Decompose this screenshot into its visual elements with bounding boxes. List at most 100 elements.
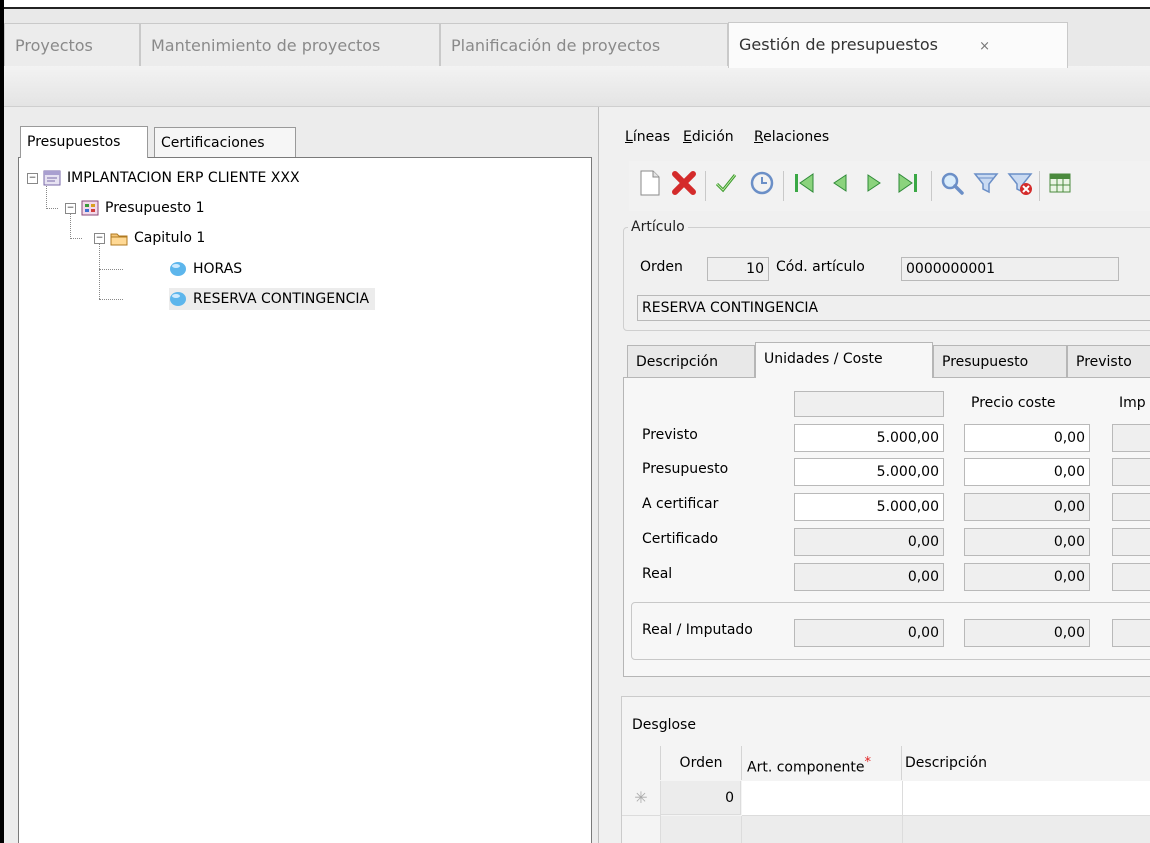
document-tab-bar: Proyectos Mantenimiento de proyectos Pla… bbox=[4, 7, 1150, 68]
real-imputado-price-field: 0,00 bbox=[964, 619, 1090, 647]
tab-proyectos[interactable]: Proyectos bbox=[4, 23, 140, 67]
column-header-art-componente[interactable]: Art. componente* bbox=[742, 746, 902, 780]
tree-node-label: RESERVA CONTINGENCIA bbox=[193, 291, 370, 307]
grid-cell-art-componente[interactable] bbox=[742, 781, 903, 816]
budget-icon bbox=[81, 200, 99, 216]
certificado-importe-field bbox=[1112, 528, 1150, 556]
real-imputado-units-field: 0,00 bbox=[794, 619, 944, 647]
tab-label: Previsto bbox=[1076, 354, 1132, 370]
search-icon[interactable] bbox=[935, 169, 969, 203]
tab-presupuesto[interactable]: Presupuesto bbox=[933, 345, 1067, 377]
grid-cell-empty bbox=[661, 816, 742, 843]
tab-label: Descripción bbox=[636, 354, 718, 370]
first-icon[interactable] bbox=[787, 169, 821, 203]
previsto-units-input[interactable]: 5.000,00 bbox=[794, 424, 944, 452]
certificado-price-field: 0,00 bbox=[964, 528, 1090, 556]
certificado-units-field: 0,00 bbox=[794, 528, 944, 556]
row-label-presupuesto: Presupuesto bbox=[642, 461, 729, 477]
tab-label: Certificaciones bbox=[161, 135, 265, 151]
tab-certificaciones[interactable]: Certificaciones bbox=[154, 127, 296, 157]
grid-row-header-corner bbox=[622, 746, 661, 780]
menu-label: íneas bbox=[632, 129, 671, 145]
row-label-previsto: Previsto bbox=[642, 427, 698, 443]
presupuesto-price-input[interactable]: 0,00 bbox=[964, 458, 1090, 486]
real-price-field: 0,00 bbox=[964, 563, 1090, 591]
desglose-panel: Desglose Orden Art. componente* Descripc… bbox=[621, 696, 1150, 843]
next-icon[interactable] bbox=[857, 169, 891, 203]
tab-unidades-coste[interactable]: Unidades / Coste bbox=[755, 342, 933, 378]
project-icon bbox=[43, 170, 61, 186]
importe-header: Imp bbox=[1119, 395, 1146, 411]
grid-row-header bbox=[622, 816, 661, 843]
new-icon[interactable] bbox=[633, 169, 667, 203]
tree-node-article-reserva[interactable]: RESERVA CONTINGENCIA bbox=[169, 288, 376, 310]
delete-icon[interactable] bbox=[667, 169, 701, 203]
tab-planificacion-proyectos[interactable]: Planificación de proyectos bbox=[440, 23, 728, 67]
tab-label: Unidades / Coste bbox=[764, 351, 883, 367]
spreadsheet-icon[interactable] bbox=[1043, 169, 1077, 203]
collapse-toggle[interactable]: − bbox=[27, 173, 38, 184]
real-importe-field bbox=[1112, 563, 1150, 591]
article-sphere-icon bbox=[169, 261, 187, 277]
right-pane: Líneas Edición Relaciones Artículo Orden… bbox=[599, 107, 1150, 843]
menu-label: elaciones bbox=[763, 129, 830, 145]
tree-node-project[interactable]: IMPLANTACION ERP CLIENTE XXX bbox=[43, 167, 300, 189]
menu-mnemonic: R bbox=[754, 129, 764, 145]
precio-coste-header: Precio coste bbox=[971, 395, 1056, 411]
previous-icon[interactable] bbox=[823, 169, 857, 203]
tree-node-budget[interactable]: Presupuesto 1 bbox=[81, 197, 205, 219]
orden-field: 10 bbox=[707, 257, 769, 281]
menu-relaciones[interactable]: Relaciones bbox=[754, 129, 829, 145]
grid-cell-empty bbox=[742, 816, 903, 843]
a-certificar-units-input[interactable]: 5.000,00 bbox=[794, 493, 944, 521]
tab-label: Presupuesto bbox=[942, 354, 1029, 370]
real-imputado-label: Real / Imputado bbox=[642, 622, 753, 638]
secondary-toolbar-band bbox=[4, 66, 1150, 107]
menu-mnemonic: L bbox=[625, 129, 633, 145]
tree-node-label: HORAS bbox=[193, 261, 243, 277]
menu-mnemonic: E bbox=[683, 129, 692, 145]
close-icon[interactable]: × bbox=[979, 39, 990, 54]
last-icon[interactable] bbox=[891, 169, 925, 203]
article-sphere-icon bbox=[169, 291, 187, 307]
tab-label: Planificación de proyectos bbox=[451, 36, 661, 55]
column-header-orden[interactable]: Orden bbox=[661, 746, 742, 780]
presupuesto-importe-field bbox=[1112, 458, 1150, 486]
column-header-descripcion[interactable]: Descripción bbox=[903, 746, 1150, 780]
collapse-toggle[interactable]: − bbox=[94, 233, 105, 244]
confirm-icon[interactable] bbox=[709, 169, 743, 203]
record-toolbar bbox=[629, 161, 1150, 211]
tab-label: Proyectos bbox=[15, 36, 93, 55]
cod-articulo-field: 0000000001 bbox=[901, 257, 1119, 281]
a-certificar-price-field: 0,00 bbox=[964, 493, 1090, 521]
real-units-field: 0,00 bbox=[794, 563, 944, 591]
clear-filter-icon[interactable] bbox=[1003, 169, 1037, 203]
tab-descripcion[interactable]: Descripción bbox=[627, 345, 755, 377]
articulo-legend: Artículo bbox=[631, 219, 685, 235]
orden-label: Orden bbox=[640, 259, 683, 275]
undo-icon[interactable] bbox=[745, 169, 779, 203]
tab-presupuestos[interactable]: Presupuestos bbox=[20, 126, 148, 158]
previsto-price-input[interactable]: 0,00 bbox=[964, 424, 1090, 452]
tree-node-label: IMPLANTACION ERP CLIENTE XXX bbox=[67, 170, 300, 186]
presupuesto-units-input[interactable]: 5.000,00 bbox=[794, 458, 944, 486]
filter-icon[interactable] bbox=[969, 169, 1003, 203]
tree-node-chapter[interactable]: Capitulo 1 bbox=[110, 227, 205, 249]
row-label-a-certificar: A certificar bbox=[642, 496, 719, 512]
a-certificar-importe-field bbox=[1112, 493, 1150, 521]
menu-edicion[interactable]: Edición bbox=[683, 129, 734, 145]
tab-previsto[interactable]: Previsto bbox=[1067, 345, 1150, 377]
tab-label: Gestión de presupuestos bbox=[739, 35, 938, 54]
row-label-real: Real bbox=[642, 566, 673, 582]
tab-label: Mantenimiento de proyectos bbox=[151, 36, 381, 55]
tree-node-article-horas[interactable]: HORAS bbox=[169, 258, 242, 280]
new-row-indicator: ✳ bbox=[622, 781, 661, 816]
tab-gestion-presupuestos[interactable]: Gestión de presupuestos × bbox=[728, 22, 1068, 68]
grid-cell-orden[interactable]: 0 bbox=[661, 781, 741, 815]
tab-mantenimiento-proyectos[interactable]: Mantenimiento de proyectos bbox=[140, 23, 440, 67]
menu-lineas[interactable]: Líneas bbox=[625, 129, 670, 145]
collapse-toggle[interactable]: − bbox=[65, 203, 76, 214]
grid-cell-descripcion[interactable] bbox=[903, 781, 1150, 816]
tree-node-label: Presupuesto 1 bbox=[105, 200, 205, 216]
units-column-header bbox=[794, 391, 944, 417]
